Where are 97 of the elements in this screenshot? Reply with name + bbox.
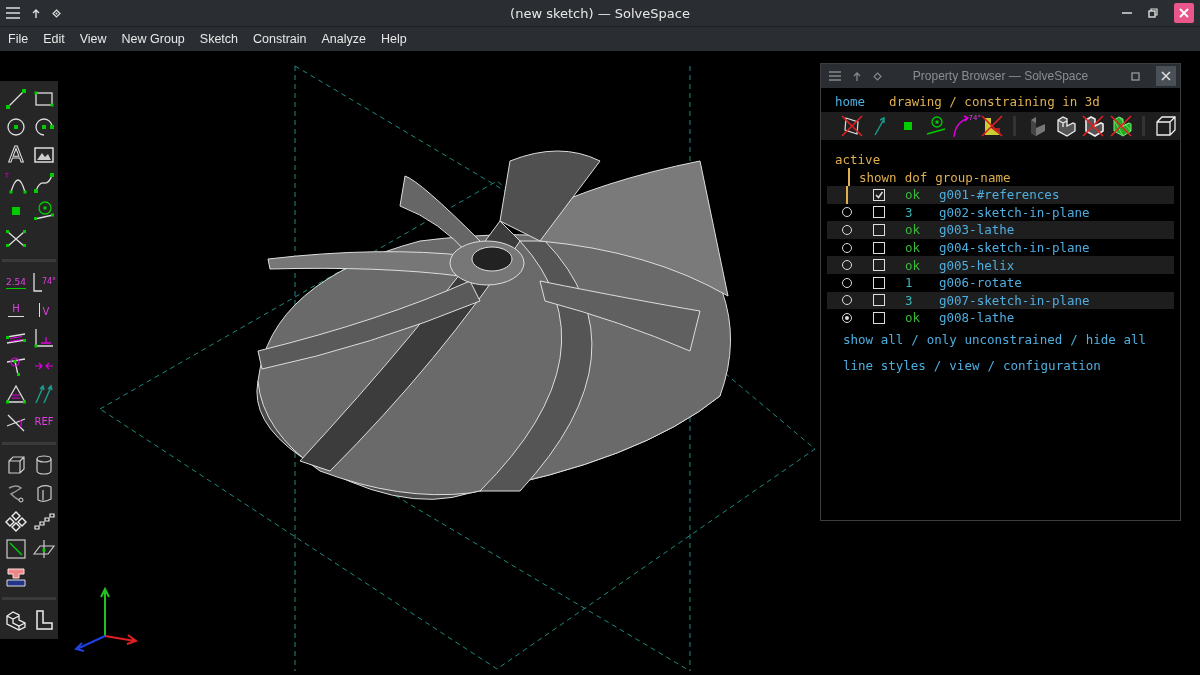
shown-checkbox[interactable] bbox=[873, 188, 885, 201]
settings-link[interactable]: configuration bbox=[1002, 358, 1101, 374]
separator-text: / bbox=[1070, 332, 1078, 348]
group-name-link[interactable]: g006-rotate bbox=[937, 275, 1022, 291]
column-header: shown bbox=[859, 169, 897, 185]
close-button[interactable] bbox=[1156, 66, 1176, 86]
shown-checkbox[interactable] bbox=[873, 276, 885, 289]
constraints-icon bbox=[924, 114, 948, 138]
filter-link[interactable]: show all bbox=[843, 332, 904, 348]
group-name-link[interactable]: g003-lathe bbox=[937, 222, 1015, 238]
separator-text: / bbox=[911, 332, 919, 348]
group-name-link[interactable]: g007-sketch-in-plane bbox=[937, 292, 1090, 308]
split-icon bbox=[5, 228, 27, 250]
menu-item[interactable]: Sketch bbox=[199, 32, 239, 46]
nearest-iso-icon bbox=[5, 609, 27, 631]
menu-item[interactable]: Constrain bbox=[253, 32, 307, 46]
mesh-toggle[interactable] bbox=[1108, 114, 1134, 138]
window-title: (new sketch) — SolveSpace bbox=[510, 5, 690, 21]
separator-text: / bbox=[933, 358, 942, 374]
faces-icon bbox=[980, 114, 1004, 138]
menu-item[interactable]: File bbox=[8, 32, 29, 46]
on-entity-icon bbox=[5, 355, 27, 377]
group-name-link[interactable]: g004-sketch-in-plane bbox=[937, 240, 1090, 256]
filter-link[interactable]: only unconstrained bbox=[926, 332, 1063, 348]
settings-link[interactable]: view bbox=[949, 358, 980, 374]
linked-icon bbox=[5, 566, 27, 588]
restore-icon[interactable] bbox=[1148, 8, 1158, 18]
close-icon bbox=[1161, 71, 1171, 81]
menu-item[interactable]: Help bbox=[381, 32, 407, 46]
workplanes-toggle[interactable] bbox=[839, 114, 865, 138]
workplane-icon bbox=[33, 200, 55, 222]
dof-value: 1 bbox=[904, 275, 914, 291]
dof-value: ok bbox=[904, 310, 922, 326]
equal-icon bbox=[5, 383, 27, 405]
faces-toggle[interactable] bbox=[979, 114, 1005, 138]
outlines-toggle[interactable] bbox=[1080, 114, 1106, 138]
step-rotate-icon bbox=[5, 510, 27, 532]
perspective-icon bbox=[1154, 114, 1178, 138]
horizontal-tool[interactable]: H bbox=[2, 296, 30, 324]
home-link[interactable]: home bbox=[835, 93, 866, 109]
dof-value: ok bbox=[904, 222, 922, 238]
shown-checkbox[interactable] bbox=[873, 224, 885, 236]
menu-item[interactable]: Analyze bbox=[321, 32, 366, 46]
close-button[interactable] bbox=[1174, 3, 1194, 23]
shown-checkbox[interactable] bbox=[873, 311, 885, 324]
angle-tool[interactable]: 74° bbox=[30, 268, 58, 296]
vertical-tool[interactable]: V bbox=[30, 296, 58, 324]
page-heading: drawing / constraining in 3d bbox=[889, 93, 1100, 109]
arc-icon bbox=[33, 116, 55, 138]
group-name-link[interactable]: g008-lathe bbox=[937, 310, 1015, 326]
image-icon bbox=[33, 144, 55, 166]
separator-text: / bbox=[987, 358, 995, 374]
distance-tool[interactable]: 2.54 bbox=[2, 268, 30, 296]
group-name-link[interactable]: g002-sketch-in-plane bbox=[937, 204, 1090, 220]
dof-value: 3 bbox=[904, 204, 914, 220]
orientation-icon bbox=[33, 383, 55, 405]
menu-icon[interactable] bbox=[829, 71, 841, 81]
column-header: active bbox=[835, 151, 881, 167]
text-tool[interactable]: A bbox=[2, 141, 30, 169]
angle-icon bbox=[31, 271, 42, 293]
group-name-link[interactable]: g005-helix bbox=[937, 257, 1015, 273]
perspective-toggle[interactable] bbox=[1153, 114, 1179, 138]
dof-value: ok bbox=[904, 240, 922, 256]
line-icon bbox=[5, 88, 27, 110]
points-icon bbox=[904, 122, 912, 130]
window-title: Property Browser — SolveSpace bbox=[912, 69, 1089, 83]
bezier-icon bbox=[33, 172, 55, 194]
dof-value: 3 bbox=[904, 292, 914, 308]
menu-item[interactable]: Edit bbox=[43, 32, 65, 46]
extrude-icon bbox=[5, 454, 27, 476]
circle-icon bbox=[5, 116, 27, 138]
menu-item[interactable]: View bbox=[79, 32, 107, 46]
shown-checkbox[interactable] bbox=[873, 294, 885, 307]
point-icon bbox=[12, 207, 20, 215]
shown-checkbox[interactable] bbox=[873, 259, 885, 272]
outlines-icon bbox=[1081, 114, 1105, 138]
lathe-icon bbox=[33, 454, 55, 476]
reference-tool[interactable]: REF bbox=[30, 408, 58, 436]
dof-value: ok bbox=[904, 257, 922, 273]
shown-checkbox[interactable] bbox=[873, 206, 885, 219]
column-header: group-name bbox=[935, 169, 1011, 185]
filter-link[interactable]: hide all bbox=[1085, 332, 1146, 348]
axis-triad-icon bbox=[74, 586, 139, 652]
dof-value: ok bbox=[904, 187, 922, 203]
shown-checkbox[interactable] bbox=[873, 241, 885, 254]
column-header: dof bbox=[904, 169, 928, 185]
menu-item[interactable]: New Group bbox=[121, 32, 185, 46]
close-icon bbox=[1179, 8, 1189, 18]
workplane-3d-icon bbox=[33, 538, 55, 560]
perpendicular-icon bbox=[33, 327, 55, 349]
group-name-link[interactable]: g001-#references bbox=[937, 187, 1060, 203]
maximize-icon[interactable] bbox=[1131, 71, 1140, 81]
in-plane-icon bbox=[5, 538, 27, 560]
step-translate-icon bbox=[33, 510, 55, 532]
mesh-icon bbox=[1109, 114, 1133, 138]
nearest-ortho-icon bbox=[33, 609, 55, 631]
settings-link[interactable]: line styles bbox=[843, 358, 926, 374]
